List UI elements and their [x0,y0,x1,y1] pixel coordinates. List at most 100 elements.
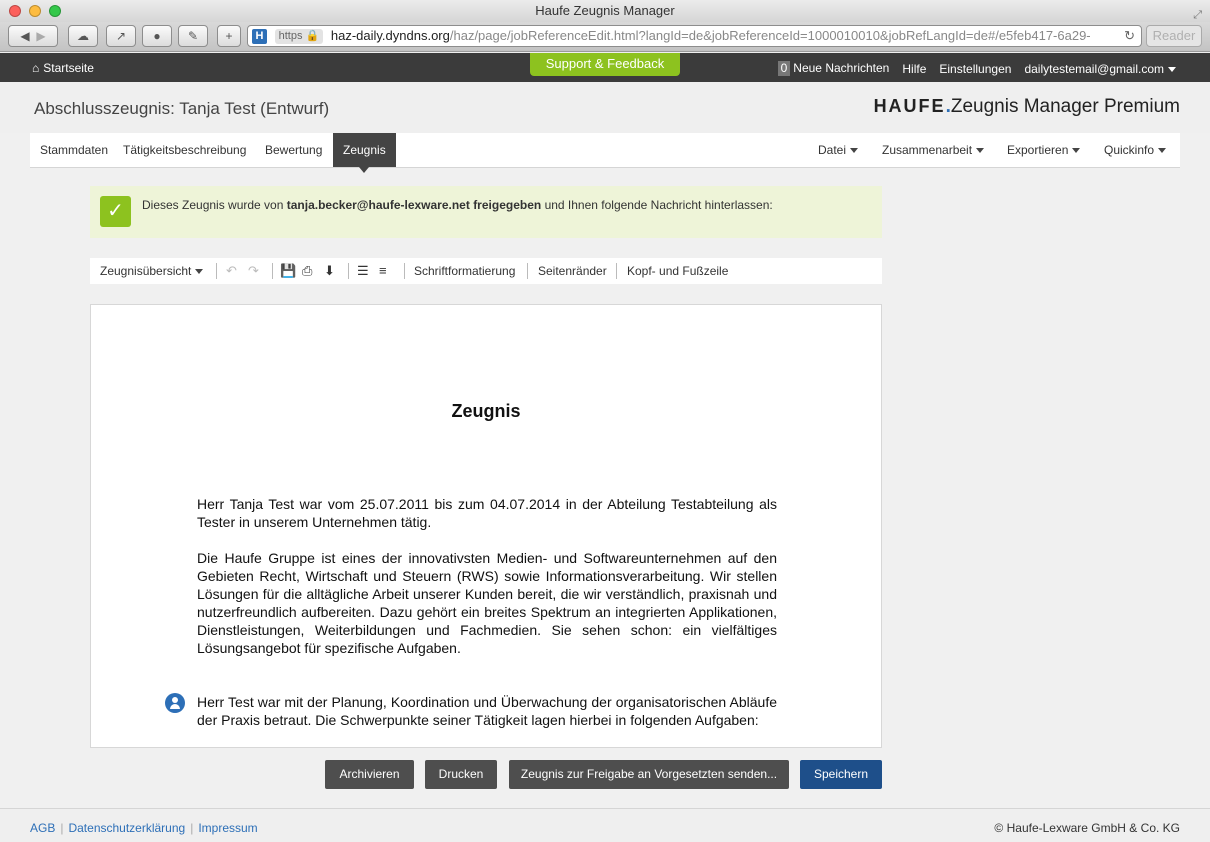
print-button[interactable]: Drucken [425,760,497,789]
icloud-tabs-button[interactable]: ☁ [68,25,98,47]
home-label: Startseite [43,61,94,75]
app-top-nav: ⌂ Startseite Support & Feedback 0 Neue Nac… [0,53,1210,82]
notice-approver: tanja.becker@haufe-lexware.net freigegeb… [286,198,542,212]
home-icon: ⌂ [32,61,40,75]
menu-datei-label: Datei [818,143,847,157]
lock-icon: 🔒 [305,30,320,43]
record-button[interactable]: ● [142,25,172,47]
checkmark-icon: ✓ [100,196,131,227]
brand-logo: HAUFE.Zeugnis Manager Premium [874,96,1180,118]
footer-link-imprint[interactable]: Impressum [198,821,257,835]
redo-icon[interactable]: ↷ [248,263,259,279]
https-label: https [278,30,303,43]
toolbar-divider [404,263,405,279]
chevron-down-icon [976,148,985,154]
menu-quickinfo[interactable]: Quickinfo [1104,133,1167,167]
tab-taetigkeitsbeschreibung[interactable]: Tätigkeitsbeschreibung [113,133,256,167]
home-link[interactable]: ⌂ Startseite [32,61,94,75]
send-for-approval-button[interactable]: Zeugnis zur Freigabe an Vorgesetzten sen… [509,760,789,789]
url-path: /haz/page/jobReferenceEdit.html?langId=d… [449,28,1091,43]
pen-button[interactable]: ✎ [178,25,208,47]
undo-icon[interactable]: ↶ [226,263,237,279]
bullet-list-icon[interactable]: ☰ [357,263,369,279]
document-paragraph[interactable]: Die Haufe Gruppe ist eines der innovativ… [197,549,777,657]
forward-icon[interactable]: ▶ [36,29,45,43]
copyright: © Haufe-Lexware GmbH & Co. KG [994,821,1180,835]
notice-prefix: Dieses Zeugnis wurde von [142,198,284,212]
zoom-window-button[interactable] [49,5,61,17]
tab-zeugnis[interactable]: Zeugnis [333,133,396,167]
overview-dropdown[interactable]: Zeugnisübersicht [100,264,204,278]
new-tab-button[interactable]: + [217,25,241,47]
header-footer-button[interactable]: Kopf- und Fußzeile [627,264,728,278]
save-icon[interactable]: 💾 [280,263,296,279]
browser-toolbar: ◀ ▶ ☁ ↗ ● ✎ + H https 🔒 haz-daily.dyndns… [0,22,1210,52]
toolbar-divider [616,263,617,279]
main-tabs: Stammdaten Tätigkeitsbeschreibung Bewert… [30,133,1180,168]
reload-icon[interactable]: ↻ [1124,26,1135,46]
font-formatting-button[interactable]: Schriftformatierung [414,264,515,278]
reader-button[interactable]: Reader [1146,25,1202,47]
notice-suffix: und Ihnen folgende Nachricht hinterlasse… [544,198,773,212]
share-icon: ↗ [115,29,127,43]
footer-link-privacy[interactable]: Datenschutzerklärung [68,821,185,835]
page-margins-button[interactable]: Seitenränder [538,264,607,278]
cloud-icon: ☁ [77,29,89,43]
minimize-window-button[interactable] [29,5,41,17]
menu-quickinfo-label: Quickinfo [1104,143,1155,157]
menu-exportieren[interactable]: Exportieren [1007,133,1081,167]
url-host: haz-daily.dyndns.org [330,28,450,43]
messages-label: Neue Nachrichten [793,61,890,75]
numbered-list-icon[interactable]: ≡ [379,263,387,278]
support-feedback-button[interactable]: Support & Feedback [530,53,680,76]
footer-divider: | [190,821,194,835]
window-titlebar: Haufe Zeugnis Manager ⤢ [0,0,1210,22]
top-nav-right: 0 Neue Nachrichten Hilfe Einstellungen da… [777,61,1176,76]
help-link[interactable]: Hilfe [902,62,926,76]
site-favicon: H [252,29,267,45]
menu-zusammenarbeit[interactable]: Zusammenarbeit [882,133,985,167]
address-bar[interactable]: H https 🔒 haz-daily.dyndns.org/haz/page/… [247,25,1142,47]
user-menu[interactable]: dailytestemail@gmail.com [1024,62,1176,76]
footer-links: AGB | Datenschutzerklärung | Impressum [30,821,258,835]
message-count-badge: 0 [777,61,791,76]
document-title: Zeugnis [451,401,521,421]
window-title: Haufe Zeugnis Manager [535,3,675,18]
approval-notice: ✓ Dieses Zeugnis wurde von tanja.becker@… [90,186,882,238]
https-badge: https 🔒 [274,29,324,45]
back-forward-buttons[interactable]: ◀ ▶ [8,25,58,47]
page-footer: AGB | Datenschutzerklärung | Impressum © Hau… [0,808,1210,842]
tab-stammdaten[interactable]: Stammdaten [30,133,118,167]
share-button[interactable]: ↗ [106,25,136,47]
chevron-down-icon [1158,148,1167,154]
close-window-button[interactable] [9,5,21,17]
toolbar-divider [216,263,217,279]
save-button[interactable]: Speichern [800,760,882,789]
settings-link[interactable]: Einstellungen [939,62,1011,76]
document-editor[interactable]: Zeugnis Herr Tanja Test war vom 25.07.20… [90,304,882,748]
document-paragraph[interactable]: Herr Test war mit der Planung, Koordinat… [197,693,777,729]
download-icon[interactable]: ⬇ [324,263,335,279]
back-icon[interactable]: ◀ [20,29,29,43]
toolbar-divider [348,263,349,279]
toolbar-divider [527,263,528,279]
chevron-down-icon [850,148,859,154]
menu-zusammenarbeit-label: Zusammenarbeit [882,143,973,157]
toolbar-divider [272,263,273,279]
brand-product: Zeugnis Manager Premium [950,96,1180,117]
messages-link[interactable]: 0 Neue Nachrichten [777,61,890,76]
footer-link-agb[interactable]: AGB [30,821,55,835]
chevron-down-icon [1072,148,1081,154]
user-email: dailytestemail@gmail.com [1024,61,1164,76]
overview-label: Zeugnisübersicht [100,264,192,278]
user-icon[interactable] [165,693,185,713]
editor-toolbar: Zeugnisübersicht ↶ ↷ 💾 ⎙ ⬇ ☰ ≡ Schriftfo… [90,258,882,284]
print-icon[interactable]: ⎙ [302,263,312,279]
menu-datei[interactable]: Datei [818,133,859,167]
page-title: Abschlusszeugnis: Tanja Test (Entwurf) [34,99,330,118]
archive-button[interactable]: Archivieren [325,760,414,789]
active-tab-pointer [359,167,369,173]
tab-bewertung[interactable]: Bewertung [255,133,332,167]
document-paragraph[interactable]: Herr Tanja Test war vom 25.07.2011 bis z… [197,495,777,531]
pen-icon: ✎ [187,29,199,43]
